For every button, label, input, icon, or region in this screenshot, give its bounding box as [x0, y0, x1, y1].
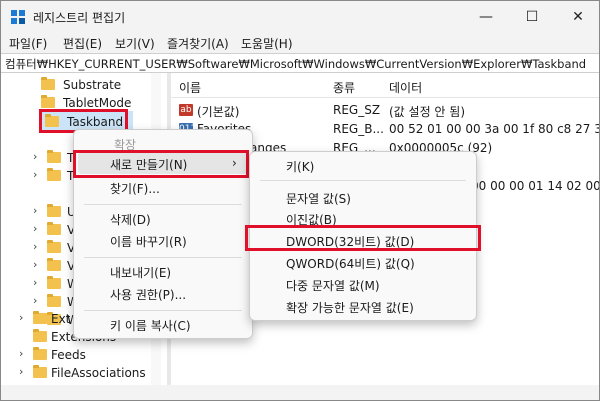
menu-bar: 파일(F) 편집(E) 보기(V) 즐겨찾기(A) 도움말(H) [1, 33, 599, 53]
close-button[interactable]: ✕ [555, 1, 599, 33]
tree-item-label: FileAssociations [51, 366, 146, 380]
chevron-right-icon: › [33, 258, 38, 271]
chevron-right-icon: › [19, 347, 24, 360]
chevron-right-icon: › [19, 365, 24, 378]
menu-separator [84, 204, 242, 205]
menu-item-export[interactable]: 내보내기(E) [74, 260, 252, 282]
value-name: (기본값) [197, 105, 240, 119]
chevron-right-icon: › [33, 222, 38, 235]
menu-item-label: 키(K) [286, 160, 315, 174]
chevron-right-icon: › [33, 204, 38, 217]
menu-file[interactable]: 파일(F) [9, 35, 47, 52]
string-value-icon: ab [179, 104, 193, 116]
chevron-right-icon: › [33, 276, 38, 289]
menu-item-label: 사용 권한(P)... [110, 288, 187, 302]
folder-icon [47, 168, 61, 181]
menu-favorites[interactable]: 즐겨찾기(A) [167, 35, 229, 52]
menu-item-label: 이름 바꾸기(R) [110, 235, 187, 249]
menu-item-delete[interactable]: 삭제(D) [74, 207, 252, 229]
maximize-button[interactable]: ☐ [509, 1, 555, 33]
folder-icon [47, 150, 61, 163]
folder-icon [47, 240, 61, 253]
highlight-box-new [73, 150, 249, 178]
menu-help[interactable]: 도움말(H) [241, 35, 293, 52]
header-divider [171, 97, 599, 98]
menu-view[interactable]: 보기(V) [115, 35, 155, 52]
registry-editor-window: 레지스트리 편집기 — ☐ ✕ 파일(F) 편집(E) 보기(V) 즐겨찾기(A… [0, 0, 600, 401]
submenu-item-qword[interactable]: QWORD(64비트) 값(Q) [250, 251, 476, 273]
folder-icon [47, 222, 61, 235]
minimize-button[interactable]: — [463, 1, 509, 33]
window-title: 레지스트리 편집기 [33, 11, 126, 25]
tree-item-label: Feeds [51, 348, 86, 362]
menu-item-copy-key-name[interactable]: 키 이름 복사(C) [74, 313, 252, 335]
submenu-item-key[interactable]: 키(K) [250, 154, 476, 176]
menu-separator [260, 180, 466, 181]
folder-icon [41, 95, 55, 108]
column-header-name[interactable]: 이름 [179, 79, 201, 96]
menu-separator [84, 257, 242, 258]
value-data: 00 00 00 01 14 02 00 [471, 179, 600, 193]
chevron-right-icon: › [33, 168, 38, 181]
menu-item-label: 확장 가능한 문자열 값(E) [286, 301, 414, 315]
submenu-item-string[interactable]: 문자열 값(S) [250, 186, 476, 208]
folder-icon [41, 77, 55, 90]
submenu-item-expandable-string[interactable]: 확장 가능한 문자열 값(E) [250, 295, 476, 317]
address-path: 컴퓨터₩HKEY_CURRENT_USER₩Software₩Microsoft… [5, 57, 587, 71]
menu-item-find[interactable]: 찾기(F)... [74, 176, 252, 198]
folder-icon [47, 258, 61, 271]
chevron-right-icon: › [33, 240, 38, 253]
menu-item-label: 삭제(D) [110, 213, 151, 227]
chevron-right-icon: › [33, 294, 38, 307]
highlight-box-dword [245, 225, 481, 251]
address-bar[interactable]: 컴퓨터₩HKEY_CURRENT_USER₩Software₩Microsoft… [1, 53, 599, 73]
value-type: REG_SZ [333, 103, 381, 117]
value-type: REG_B... [333, 122, 384, 136]
menu-item-rename[interactable]: 이름 바꾸기(R) [74, 229, 252, 251]
folder-icon [33, 329, 47, 342]
chevron-right-icon: › [33, 150, 38, 163]
menu-edit[interactable]: 편집(E) [63, 35, 102, 52]
folder-icon [47, 276, 61, 289]
folder-icon [47, 294, 61, 307]
tree-item-label: TabletMode [63, 96, 132, 110]
column-header-type[interactable]: 종류 [333, 79, 355, 96]
menu-item-label: 키 이름 복사(C) [110, 319, 191, 333]
menu-item-label: 찾기(F)... [110, 182, 160, 196]
menu-item-label: QWORD(64비트) 값(Q) [286, 257, 415, 271]
tree-item-label: Substrate [63, 78, 122, 92]
value-data: 00 52 01 00 00 3a 00 1f 80 c8 27 34 [389, 122, 600, 136]
folder-icon [33, 311, 47, 324]
menu-item-label: 내보내기(E) [110, 266, 172, 280]
tree-item-label: Ext [51, 312, 71, 326]
submenu-item-multi-string[interactable]: 다중 문자열 값(M) [250, 273, 476, 295]
title-bar: 레지스트리 편집기 — ☐ ✕ [1, 1, 599, 33]
folder-icon [47, 204, 61, 217]
menu-item-label: 다중 문자열 값(M) [286, 279, 380, 293]
menu-item-permissions[interactable]: 사용 권한(P)... [74, 282, 252, 304]
folder-icon [33, 365, 47, 378]
menu-separator [84, 310, 242, 311]
chevron-right-icon: › [19, 311, 24, 324]
column-header-data[interactable]: 데이터 [389, 79, 422, 96]
registry-app-icon [11, 10, 25, 24]
menu-item-label: 문자열 값(S) [286, 192, 351, 206]
folder-icon [33, 347, 47, 360]
value-data: (값 설정 안 됨) [389, 105, 466, 119]
status-bar [1, 385, 599, 400]
